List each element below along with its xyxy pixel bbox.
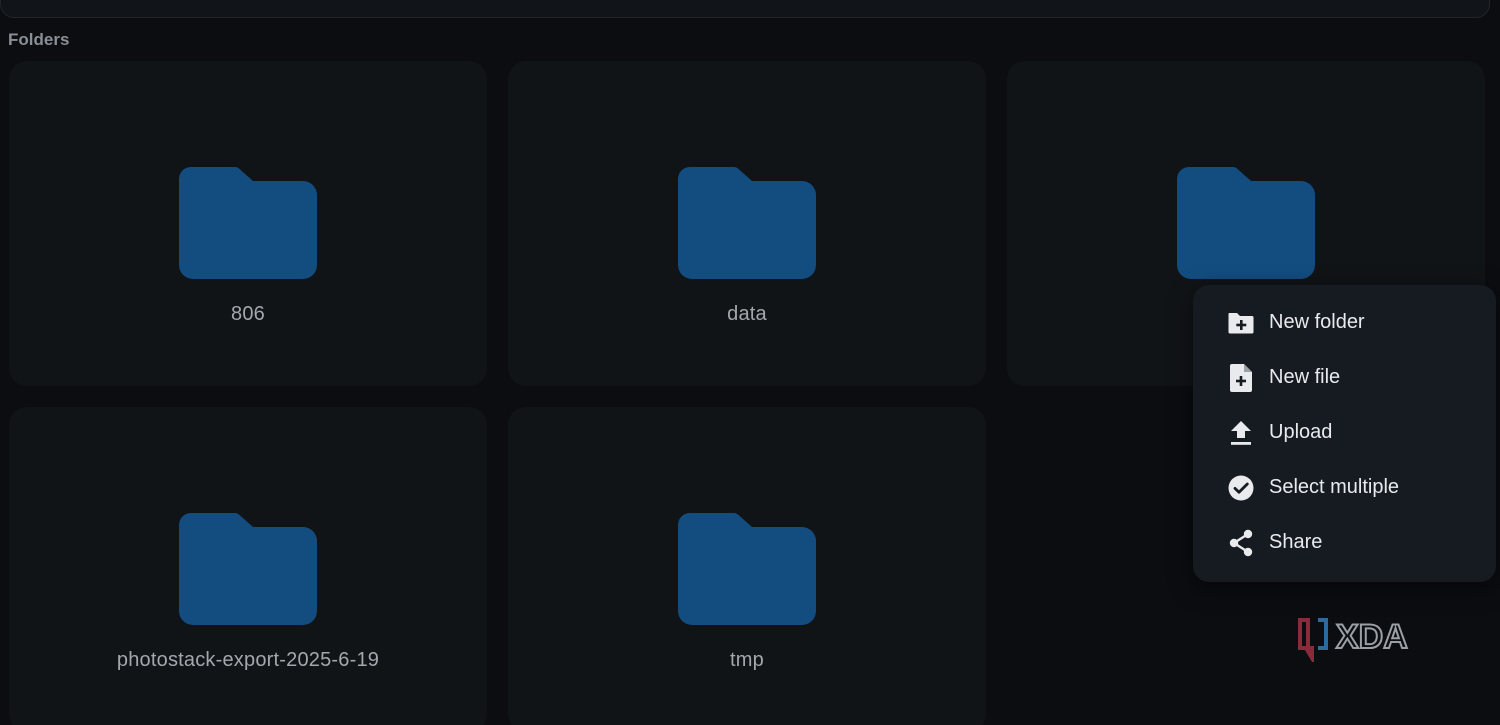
folder-icon [678,513,816,625]
folder-name: data [727,303,767,325]
folder-name: tmp [730,649,764,671]
context-menu: New folder New file Upload Select multip… [1193,285,1496,582]
top-bar [0,0,1490,18]
xda-logo-icon: XDA [1298,617,1409,662]
share-icon [1227,529,1255,557]
new-folder-icon [1227,309,1255,337]
menu-item-label: Upload [1269,421,1333,443]
menu-item-upload[interactable]: Upload [1193,405,1496,460]
folder-icon [179,167,317,279]
menu-item-share[interactable]: Share [1193,515,1496,570]
upload-icon [1227,419,1255,447]
folder-name: photostack-export-2025-6-19 [116,649,380,671]
folder-icon [678,167,816,279]
folder-card[interactable]: tmp [508,407,986,725]
menu-item-label: Share [1269,531,1323,553]
folder-icon [1177,167,1315,279]
check-circle-icon [1227,474,1255,502]
folder-card[interactable]: 806 [9,61,487,386]
menu-item-label: New folder [1269,311,1365,333]
folder-card[interactable]: data [508,61,986,386]
folder-name: 806 [231,303,265,325]
folder-card[interactable]: photostack-export-2025-6-19 [9,407,487,725]
folder-icon [179,513,317,625]
menu-item-new-file[interactable]: New file [1193,350,1496,405]
menu-item-select-multiple[interactable]: Select multiple [1193,460,1496,515]
menu-item-label: Select multiple [1269,476,1400,498]
menu-item-new-folder[interactable]: New folder [1193,295,1496,350]
menu-item-label: New file [1269,366,1341,388]
section-title: Folders [8,30,70,49]
xda-logo-text: XDA [1336,618,1408,656]
new-file-icon [1227,363,1255,392]
file-browser: Folders 806 data photostack-export-2025-… [0,0,1500,725]
